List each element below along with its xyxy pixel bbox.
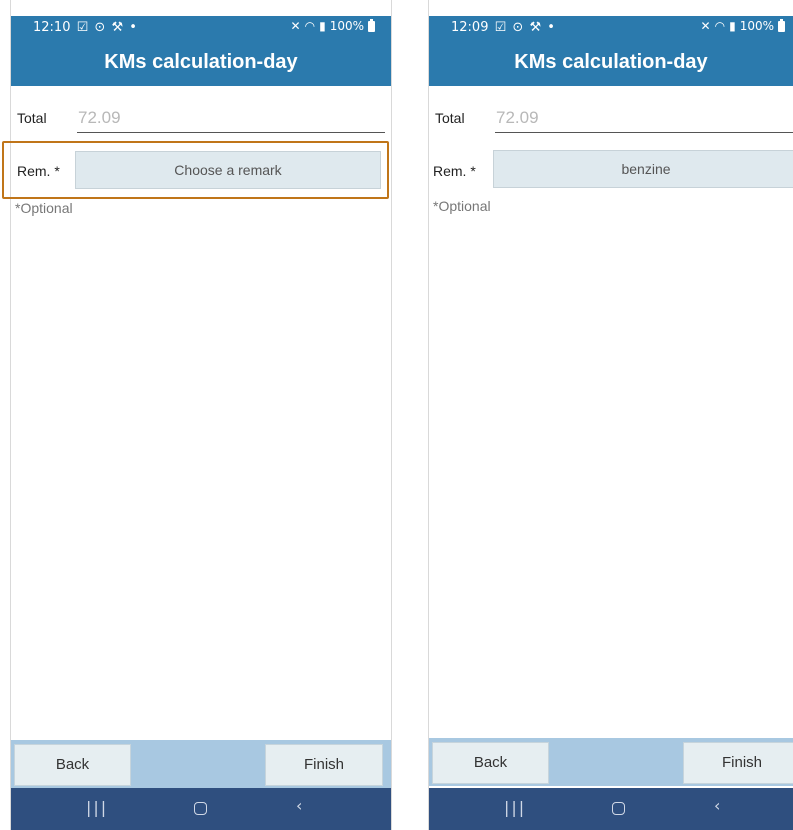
status-time: 12:10 [33, 20, 71, 35]
remark-label: Rem. * [433, 163, 476, 179]
highlight-box [2, 141, 389, 199]
total-value: 72.09 [496, 108, 539, 127]
signal-icon: ▮ [729, 19, 736, 33]
signal-icon: ▮ [319, 19, 326, 33]
bottom-action-bar: Back Finish [11, 740, 391, 788]
status-time: 12:09 [451, 20, 489, 35]
mute-icon: ✕ [290, 19, 301, 33]
page-title: KMs calculation-day [11, 40, 391, 86]
recents-icon[interactable]: ||| [504, 798, 526, 817]
wifi-icon: ◠ [714, 19, 726, 33]
back-button[interactable]: Back [432, 742, 549, 784]
checkbox-icon: ☑ [76, 20, 89, 35]
finish-button[interactable]: Finish [683, 742, 793, 784]
total-underline [77, 132, 385, 133]
battery-icon [778, 18, 785, 32]
back-button[interactable]: Back [14, 744, 131, 786]
phone-screen-right: 12:09 ☑ ⊙ ⚒ • ✕ ◠ ▮ 100% KMs calculation… [428, 0, 793, 830]
battery-level: 100% [739, 19, 774, 33]
total-value: 72.09 [78, 108, 121, 127]
recents-icon[interactable]: ||| [86, 798, 108, 817]
bottom-action-bar: Back Finish [429, 738, 793, 786]
status-bar: 12:10 ☑ ⊙ ⚒ • ✕ ◠ ▮ 100% [11, 16, 391, 40]
total-label: Total [435, 110, 465, 126]
page-title: KMs calculation-day [429, 40, 793, 86]
status-bar: 12:09 ☑ ⊙ ⚒ • ✕ ◠ ▮ 100% [429, 16, 793, 40]
optional-note: *Optional [433, 198, 491, 214]
finish-button[interactable]: Finish [265, 744, 383, 786]
location-icon: ⊙ [94, 20, 106, 35]
back-nav-icon[interactable]: ‹ [714, 796, 720, 815]
home-icon[interactable] [194, 802, 207, 815]
back-nav-icon[interactable]: ‹ [296, 796, 302, 815]
total-label: Total [17, 110, 47, 126]
wrench-icon: ⚒ [529, 20, 542, 35]
optional-note: *Optional [15, 200, 73, 216]
android-nav-bar: ||| ‹ [429, 788, 793, 830]
remark-select-button[interactable]: benzine [493, 150, 793, 188]
battery-icon [368, 18, 375, 32]
battery-level: 100% [329, 19, 364, 33]
home-icon[interactable] [612, 802, 625, 815]
dot-icon: • [547, 20, 555, 35]
phone-screen-left: 12:10 ☑ ⊙ ⚒ • ✕ ◠ ▮ 100% KMs calculation… [10, 0, 392, 830]
wrench-icon: ⚒ [111, 20, 124, 35]
dot-icon: • [129, 20, 137, 35]
mute-icon: ✕ [700, 19, 711, 33]
checkbox-icon: ☑ [494, 20, 507, 35]
wifi-icon: ◠ [304, 19, 316, 33]
android-nav-bar: ||| ‹ [11, 788, 391, 830]
location-icon: ⊙ [512, 20, 524, 35]
total-underline [495, 132, 793, 133]
